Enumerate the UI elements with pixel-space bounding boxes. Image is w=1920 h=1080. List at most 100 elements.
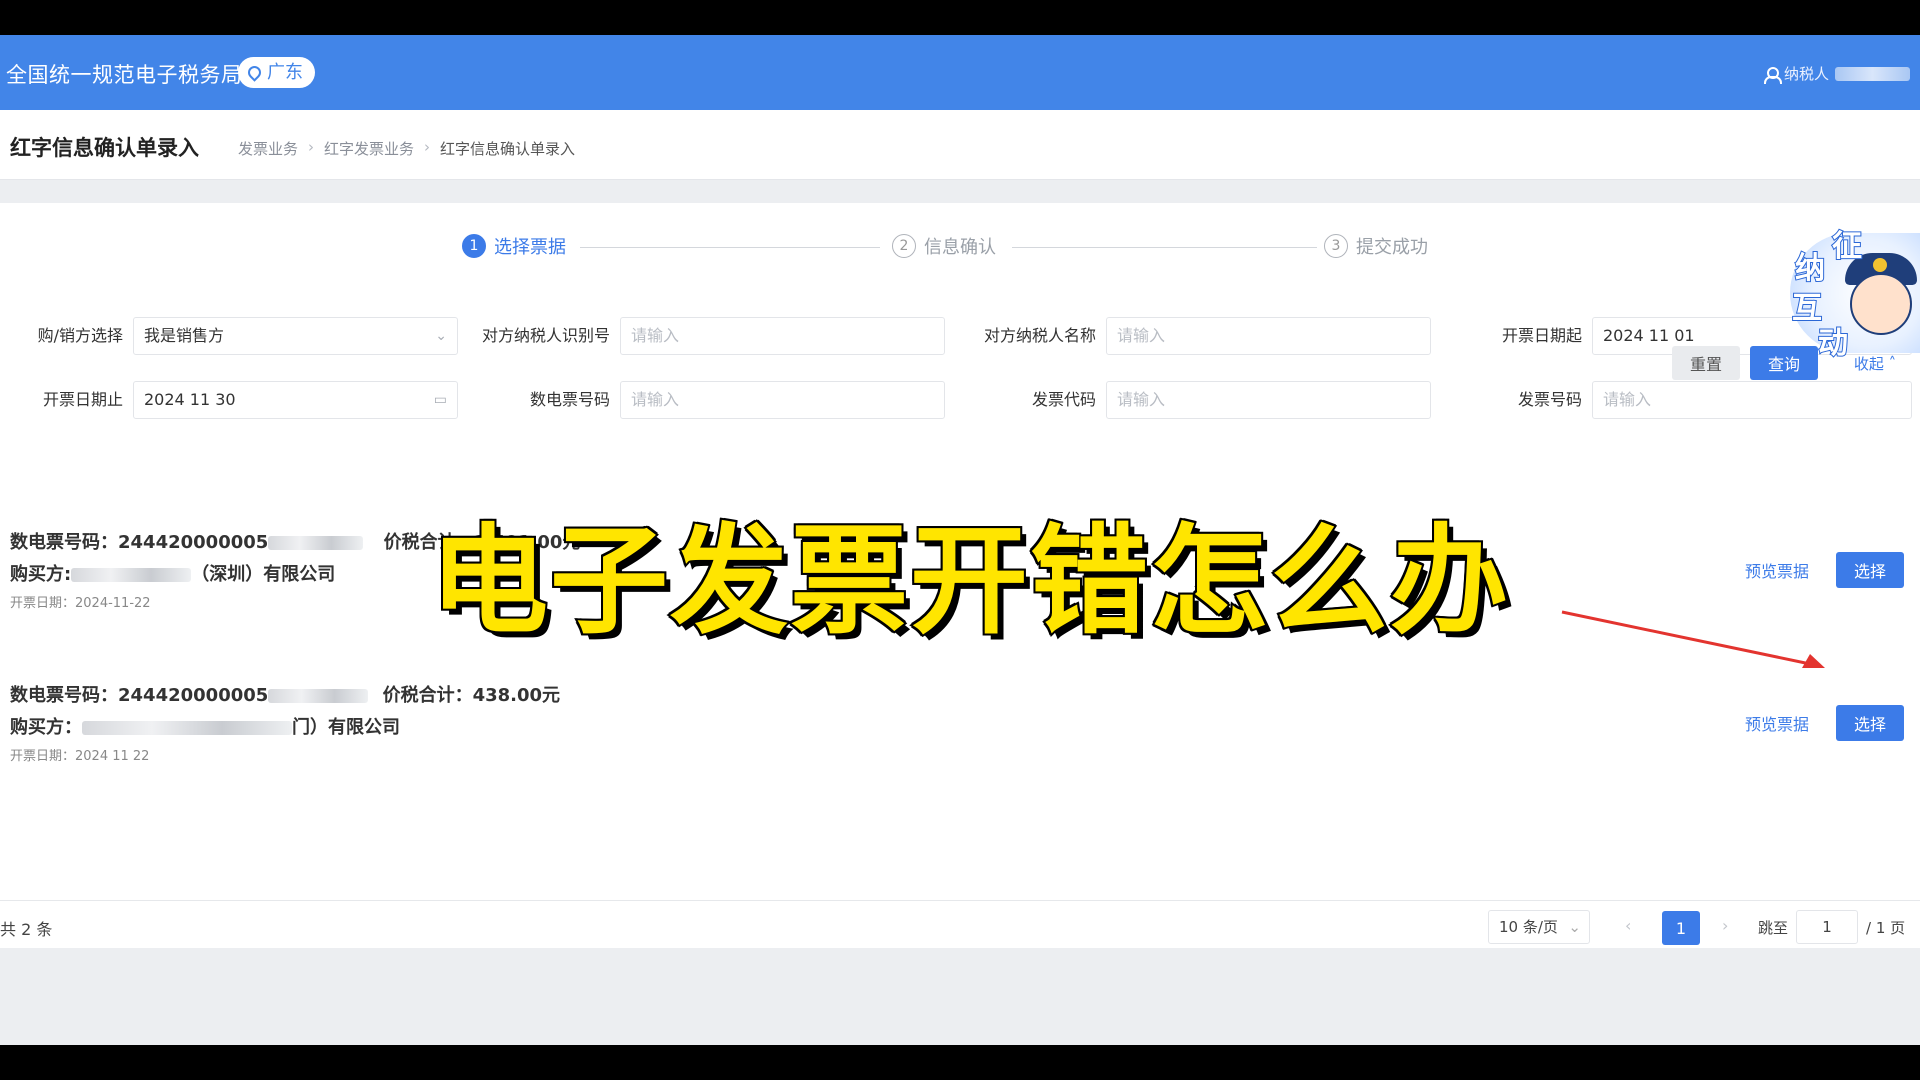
region-label: 广东	[267, 62, 303, 83]
role-select[interactable]: 我是销售方 ⌄	[133, 317, 458, 355]
chevron-down-icon: ⌄	[1568, 918, 1581, 936]
step-select-invoice: 1 选择票据	[462, 233, 566, 259]
step-number: 2	[892, 234, 916, 258]
step-label: 提交成功	[1356, 237, 1428, 258]
invoice-number-label: 数电票号码：	[10, 685, 118, 706]
preview-invoice-link[interactable]: 预览票据	[1745, 711, 1809, 735]
page-size-value: 10 条/页	[1499, 918, 1558, 936]
invoice-code-label: 发票代码	[1031, 390, 1096, 409]
step-confirm-info: 2 信息确认	[892, 233, 996, 259]
invoice-no-input[interactable]: 请输入	[1592, 381, 1912, 419]
role-select-value: 我是销售方	[144, 326, 225, 345]
jump-input[interactable]: 1	[1796, 910, 1859, 944]
pagination: 共 2 条 10 条/页 ⌄ ‹ 1 › 跳至 1 / 1 页	[0, 908, 1920, 948]
role-select-group: 购/销方选择 我是销售方 ⌄	[38, 317, 458, 355]
buyer-name-redacted	[71, 568, 192, 582]
breadcrumb-item[interactable]: 发票业务	[238, 138, 298, 159]
invoice-code-input[interactable]: 请输入	[1106, 381, 1431, 419]
invoice-list-item: 数电票号码：244420000005 价税合计：438.00元 购买方： 门）有限…	[0, 681, 1920, 821]
invoice-number-label: 数电票号码：	[10, 532, 118, 553]
video-caption: 电子发票开错怎么办	[428, 510, 1510, 652]
breadcrumb-item[interactable]: 红字发票业务	[324, 138, 414, 159]
buyer-line: 购买方: （深圳）有限公司	[10, 560, 335, 586]
page-size-select[interactable]: 10 条/页 ⌄	[1488, 910, 1590, 944]
reset-button[interactable]: 重置	[1672, 346, 1740, 380]
taxpayer-name-input[interactable]: 请输入	[1106, 317, 1431, 355]
invoice-number-redacted	[268, 689, 369, 703]
chevron-down-icon: ⌄	[435, 328, 447, 344]
taxpayer-name-group: 对方纳税人名称 请输入	[984, 317, 1431, 355]
page-jump: 跳至 1 / 1 页	[1758, 910, 1905, 944]
taxpayer-id-input[interactable]: 请输入	[620, 317, 945, 355]
user-menu[interactable]: 纳税人	[1763, 63, 1910, 84]
date-end-value: 2024 11 30	[144, 390, 236, 409]
date-start-label: 开票日期起	[1501, 326, 1582, 345]
page-number-current[interactable]: 1	[1662, 911, 1700, 945]
step-submit-success: 3 提交成功	[1324, 233, 1428, 259]
mascot-face	[1850, 273, 1912, 335]
mascot-char: 纳	[1794, 250, 1826, 287]
preview-invoice-link[interactable]: 预览票据	[1745, 558, 1809, 582]
title-row: 红字信息确认单录入 发票业务 › 红字发票业务 › 红字信息确认单录入	[0, 110, 1920, 180]
select-invoice-button[interactable]: 选择	[1836, 705, 1904, 741]
taxpayer-name-label: 对方纳税人名称	[983, 326, 1096, 345]
digital-no-input[interactable]: 请输入	[620, 381, 945, 419]
mascot-hat-badge	[1873, 258, 1887, 272]
video-frame: 全国统一规范电子税务局 广东 纳税人 红字信息确认单录入 发票业务 › 红字发票…	[0, 0, 1920, 1080]
buyer-name-suffix: （深圳）有限公司	[191, 564, 336, 585]
taxpayer-id-label: 对方纳税人识别号	[481, 326, 610, 345]
letterbox-bottom	[0, 1045, 1920, 1080]
invoice-no-label: 发票号码	[1517, 390, 1582, 409]
brand-title[interactable]: 全国统一规范电子税务局	[6, 59, 243, 89]
mascot-char: 征	[1831, 228, 1863, 265]
invoice-number-line: 数电票号码：244420000005 价税合计：438.00元	[10, 681, 560, 707]
invoice-number-value: 244420000005	[118, 685, 269, 706]
buyer-line: 购买方： 门）有限公司	[10, 713, 400, 739]
invoice-no-group: 发票号码 请输入	[1518, 381, 1912, 419]
step-indicator: 1 选择票据 2 信息确认 3 提交成功	[462, 233, 1442, 263]
taxpayer-id-group: 对方纳税人识别号 请输入	[482, 317, 945, 355]
user-name-redacted	[1835, 66, 1910, 81]
region-selector[interactable]: 广东	[238, 57, 315, 88]
top-bar: 全国统一规范电子税务局 广东 纳税人	[0, 35, 1920, 110]
filter-row-1: 购/销方选择 我是销售方 ⌄ 对方纳税人识别号 请输入 对方纳税人名称 请输入 …	[0, 317, 1920, 355]
invoice-date: 开票日期：2024 11 22	[10, 749, 150, 764]
date-end-group: 开票日期止 2024 11 30 ▭	[43, 381, 458, 419]
step-number: 1	[462, 234, 486, 258]
buyer-label: 购买方:	[10, 564, 72, 585]
date-end-label: 开票日期止	[42, 390, 123, 409]
buyer-name-suffix: 门）有限公司	[292, 717, 400, 738]
buyer-label: 购买方：	[10, 717, 82, 738]
breadcrumb-separator-icon: ›	[308, 138, 315, 156]
jump-label: 跳至	[1758, 918, 1789, 937]
total-count: 共 2 条	[0, 920, 53, 939]
step-connector	[1012, 247, 1317, 248]
breadcrumb-separator-icon: ›	[424, 138, 431, 156]
digital-no-group: 数电票号码 请输入	[530, 381, 945, 419]
user-icon	[1763, 66, 1782, 84]
invoice-date: 开票日期：2024-11-22	[10, 596, 151, 611]
invoice-total-label: 价税合计：	[382, 685, 473, 706]
role-label: 购/销方选择	[37, 326, 123, 345]
date-start-value: 2024 11 01	[1603, 326, 1695, 345]
step-label: 选择票据	[494, 237, 566, 258]
list-divider	[0, 900, 1920, 901]
invoice-number-value: 244420000005	[118, 532, 269, 553]
mascot-char: 动	[1817, 325, 1849, 362]
user-name: 纳税人	[1783, 65, 1829, 83]
invoice-code-group: 发票代码 请输入	[1032, 381, 1431, 419]
invoice-total-value: 438.00元	[472, 685, 561, 706]
filter-row-2: 开票日期止 2024 11 30 ▭ 数电票号码 请输入 发票代码 请输入 发票…	[0, 381, 1920, 419]
select-invoice-button[interactable]: 选择	[1836, 552, 1904, 588]
pages-suffix: / 1 页	[1866, 918, 1906, 937]
step-number: 3	[1324, 234, 1348, 258]
date-end-input[interactable]: 2024 11 30 ▭	[133, 381, 458, 419]
digital-no-label: 数电票号码	[529, 390, 610, 409]
mascot-badge: 征 纳 互 动	[1790, 203, 1920, 363]
page-title: 红字信息确认单录入	[10, 136, 199, 160]
step-label: 信息确认	[924, 237, 996, 258]
next-page-icon[interactable]: ›	[1722, 916, 1728, 935]
location-pin-icon	[245, 63, 264, 82]
prev-page-icon[interactable]: ‹	[1625, 916, 1631, 935]
step-connector	[580, 247, 880, 248]
